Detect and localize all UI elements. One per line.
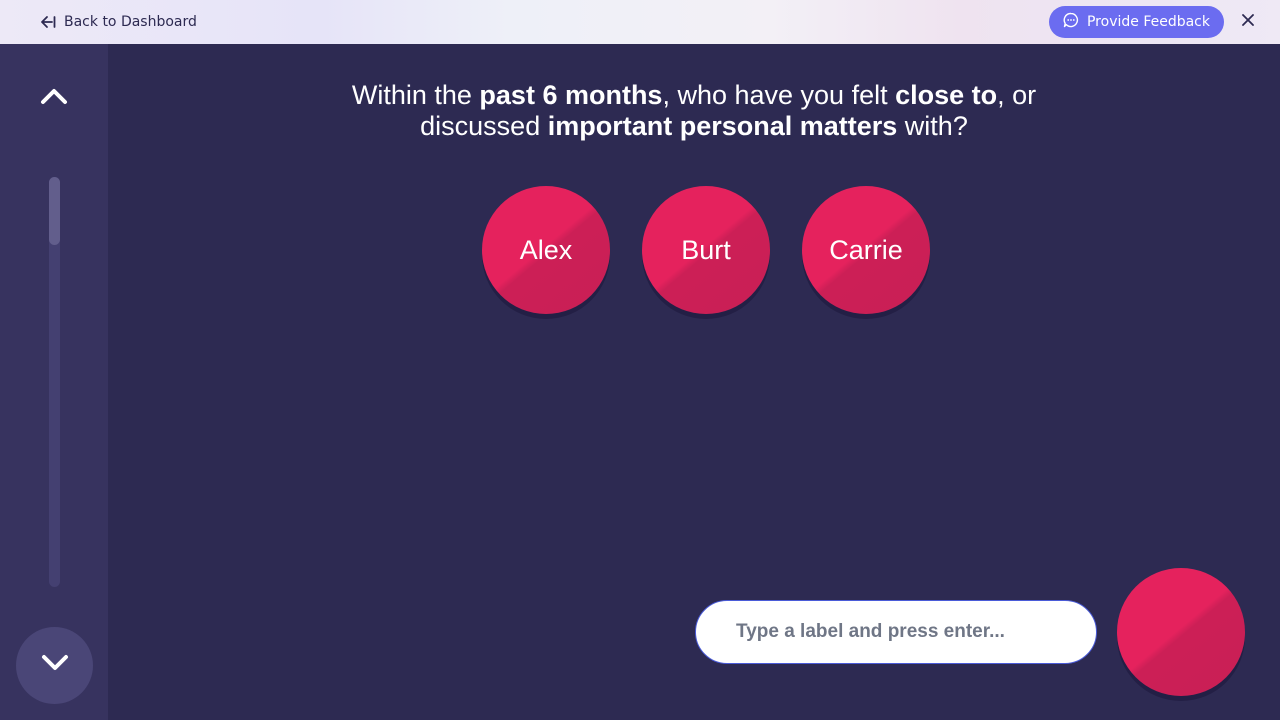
person-node[interactable]: Alex	[482, 186, 610, 314]
chat-bubble-icon	[1063, 12, 1079, 32]
prompt-segment-bold: important personal matters	[547, 111, 898, 141]
progress-scrollbar[interactable]	[49, 177, 60, 587]
stage-navigation-sidebar	[0, 44, 108, 720]
next-stage-button[interactable]	[16, 627, 93, 704]
prompt-segment: , who have you felt	[662, 80, 896, 110]
prompt-segment: Within the	[351, 80, 480, 110]
prompt-text: Within the past 6 months, who have you f…	[340, 80, 1048, 142]
prompt-segment-bold: past 6 months	[479, 80, 663, 110]
person-node[interactable]: Carrie	[802, 186, 930, 314]
person-node[interactable]: Burt	[642, 186, 770, 314]
back-link-label: Back to Dashboard	[64, 14, 197, 30]
provide-feedback-button[interactable]: Provide Feedback	[1049, 6, 1224, 38]
prompt-segment: with?	[897, 111, 968, 141]
new-node-button[interactable]	[1117, 568, 1245, 696]
chevron-up-icon	[40, 87, 68, 110]
previous-stage-button[interactable]	[34, 78, 74, 118]
back-to-dashboard-link[interactable]: Back to Dashboard	[40, 13, 197, 31]
feedback-button-label: Provide Feedback	[1086, 14, 1210, 30]
close-button[interactable]	[1238, 12, 1258, 32]
progress-scrollbar-thumb[interactable]	[49, 177, 60, 245]
chevron-down-icon	[41, 654, 69, 677]
top-bar: Back to Dashboard Provide Feedback	[0, 0, 1280, 44]
person-node-label: Alex	[519, 234, 573, 265]
person-node-label: Burt	[681, 234, 731, 265]
close-icon	[1242, 13, 1254, 31]
arrow-left-to-line-icon	[40, 15, 56, 29]
node-label-input[interactable]	[695, 600, 1097, 664]
prompt-segment-bold: close to	[895, 80, 998, 110]
person-node-label: Carrie	[829, 234, 903, 265]
